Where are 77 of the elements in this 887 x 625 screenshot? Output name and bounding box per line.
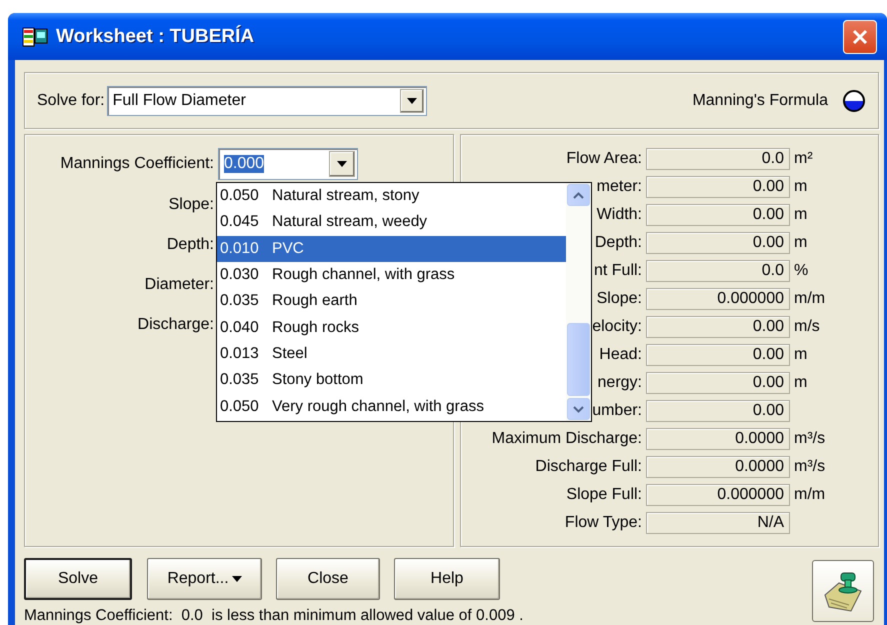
list-item[interactable]: 0.035 Stony bottom [217,367,566,394]
result-label: Slope: [596,290,642,308]
scroll-down-button[interactable] [567,398,590,420]
unit-label: m [794,346,808,364]
list-item[interactable]: 0.050 Natural stream, stony [217,183,566,210]
chevron-down-icon [573,406,584,412]
result-label: Flow Area: [566,150,642,168]
unit-label: m [794,206,808,224]
dropdown-arrow-icon [406,98,417,104]
unit-label: m³/s [794,458,826,476]
result-field: N/A [646,512,790,534]
result-label: meter: [596,178,642,196]
result-field: 0.0 [646,148,790,170]
dialog-button[interactable]: Solve [24,558,132,600]
list-item[interactable]: 0.013 Steel [217,340,566,368]
scroll-up-button[interactable] [567,184,590,206]
dialog-button[interactable]: Help [394,558,500,600]
result-label: Flow Type: [564,514,642,532]
result-label: Discharge Full: [535,458,642,476]
result-label: Width: [596,206,642,224]
dropdown-arrow-icon [337,161,347,167]
result-field: 0.00 [646,232,790,254]
result-field: 0.00 [646,204,790,226]
unit-label: m² [794,150,813,168]
result-label: elocity: [592,318,642,336]
list-item[interactable]: 0.050 Very rough channel, with grass [217,393,566,420]
result-label: Maximum Discharge: [492,430,642,448]
result-field: 0.000000 [646,484,790,506]
unit-label: m/s [794,318,820,336]
chevron-up-icon [573,192,584,198]
result-field: 0.000000 [646,288,790,310]
result-label: nt Full: [594,262,642,280]
result-field: 0.00 [646,176,790,198]
result-label: umber: [592,402,642,420]
formula-label: Manning's Formula [692,92,828,110]
result-label: Head: [599,346,642,364]
result-field: 0.00 [646,316,790,338]
field-label: Slope: [168,196,214,214]
solve-for-combo[interactable]: Full Flow Diameter [106,86,427,116]
list-item[interactable]: 0.035 Rough earth [217,288,566,314]
list-item[interactable]: 0.030 Rough channel, with grass [217,262,566,288]
result-label: nergy: [598,374,642,392]
list-item[interactable]: 0.040 Rough rocks [217,314,566,341]
close-icon [851,28,869,46]
result-field: 0.00 [646,400,790,422]
list-item[interactable]: 0.010 PVC [217,236,566,262]
result-field: 0.00 [646,372,790,394]
result-label: Depth: [594,234,642,252]
unit-label: m/m [794,290,826,308]
unit-label: m [794,178,808,196]
field-label: Discharge: [136,316,214,334]
worksheet-icon [22,26,48,48]
close-button[interactable] [843,20,877,54]
unit-label: m [794,234,808,252]
status-message: Mannings Coefficient: 0.0 is less than minimum allowed value of 0.009 . [24,607,524,625]
coefficient-combo[interactable]: 0.000 [218,148,358,180]
dialog-button[interactable]: Close [276,558,380,600]
caret-icon [232,576,242,582]
circle-icon [842,88,866,112]
field-label: Diameter: [144,276,214,294]
window-title: Worksheet : TUBERÍA [56,26,256,48]
list-item[interactable]: 0.045 Natural stream, weedy [217,209,566,236]
unit-label: m/m [794,486,826,504]
result-field: 0.0000 [646,428,790,450]
unit-label: m³/s [794,430,826,448]
report-button[interactable]: Report... [147,558,262,600]
unit-label: % [794,262,808,280]
pin-button[interactable] [812,560,874,622]
field-label: Depth: [166,236,214,254]
result-field: 0.0 [646,260,790,282]
field-label: Mannings Coefficient: [59,155,214,173]
solve-for-label: Solve for: [37,92,105,110]
scroll-thumb[interactable] [567,323,590,396]
result-label: Slope Full: [566,486,642,504]
result-field: 0.00 [646,344,790,366]
unit-label: m [794,374,808,392]
result-field: 0.0000 [646,456,790,478]
